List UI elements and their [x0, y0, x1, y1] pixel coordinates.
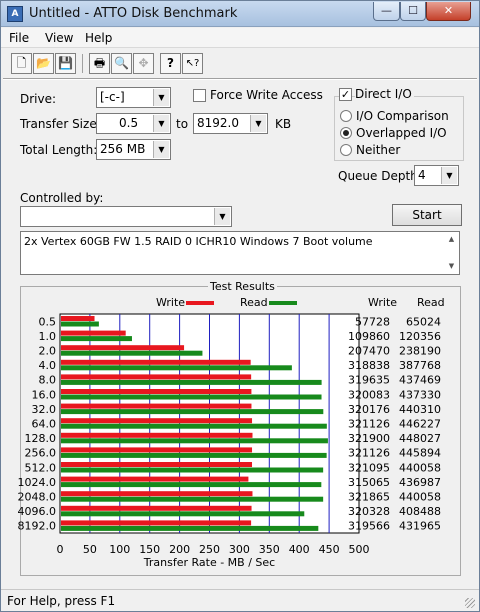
write-bar [61, 316, 95, 321]
read-value: 440058 [399, 491, 441, 504]
category-label: 2.0 [39, 345, 57, 358]
x-tick-label: 450 [319, 543, 340, 556]
write-bar [61, 374, 252, 380]
read-bar [61, 467, 324, 473]
read-value: 408488 [399, 505, 441, 518]
write-value: 320083 [348, 388, 390, 401]
app-window: A Untitled - ATTO Disk Benchmark — ☐ ✕ F… [0, 0, 480, 612]
write-value: 321126 [348, 418, 390, 431]
write-bar [61, 389, 252, 394]
read-bar [61, 350, 203, 356]
read-bar [61, 482, 322, 488]
x-tick-label: 350 [259, 543, 280, 556]
write-bar [61, 505, 252, 511]
read-value: 446227 [399, 418, 441, 431]
category-label: 1.0 [39, 330, 57, 343]
write-bar [61, 418, 253, 424]
write-value: 57728 [355, 315, 390, 328]
read-value: 65024 [406, 315, 441, 328]
read-value: 238190 [399, 345, 441, 358]
read-bar [61, 394, 322, 400]
write-bar [61, 520, 252, 526]
write-bar [61, 432, 253, 438]
read-value: 437330 [399, 388, 441, 401]
category-label: 128.0 [25, 432, 57, 445]
read-bar [61, 336, 132, 342]
category-label: 32.0 [32, 403, 57, 416]
read-bar [61, 423, 327, 429]
write-value: 320328 [348, 505, 390, 518]
write-value: 318838 [348, 359, 390, 372]
x-tick-label: 150 [139, 543, 160, 556]
x-tick-label: 250 [199, 543, 220, 556]
write-value: 109860 [348, 330, 390, 343]
write-bar [61, 330, 126, 336]
x-tick-label: 500 [349, 543, 370, 556]
write-bar [61, 447, 253, 453]
write-bar [61, 462, 253, 467]
write-value: 315065 [348, 476, 390, 489]
read-value: 120356 [399, 330, 441, 343]
read-value: 445894 [399, 447, 441, 460]
category-label: 256.0 [25, 447, 57, 460]
category-label: 8.0 [39, 374, 57, 387]
status-text: For Help, press F1 [7, 594, 116, 608]
read-bar [61, 511, 305, 517]
read-bar [61, 379, 322, 385]
read-bar [61, 438, 328, 444]
x-tick-label: 300 [229, 543, 250, 556]
read-value: 431965 [399, 520, 441, 533]
x-axis-label: Transfer Rate - MB / Sec [143, 556, 275, 569]
x-tick-label: 50 [83, 543, 97, 556]
write-value: 320176 [348, 403, 390, 416]
write-bar [61, 476, 249, 482]
category-label: 0.5 [39, 315, 57, 328]
read-bar [61, 321, 99, 327]
write-bar [61, 403, 252, 409]
read-value: 387768 [399, 359, 441, 372]
read-value: 440310 [399, 403, 441, 416]
category-label: 512.0 [25, 461, 57, 474]
read-bar [61, 452, 327, 458]
transfer-rate-chart: 0 50 100 150 200 250 300 350 400 450 500 Transfer R… [18, 313, 441, 569]
write-value: 207470 [348, 345, 390, 358]
category-label: 2048.0 [18, 491, 57, 504]
read-bar [61, 525, 319, 531]
read-value: 436987 [399, 476, 441, 489]
read-bar [61, 409, 324, 415]
read-bar [61, 496, 324, 502]
read-bar [61, 365, 292, 371]
resize-grip-icon[interactable] [465, 598, 475, 608]
category-label: 4.0 [39, 359, 57, 372]
x-tick-label: 200 [169, 543, 190, 556]
write-value: 321865 [348, 491, 390, 504]
category-label: 1024.0 [18, 476, 57, 489]
read-value: 440058 [399, 461, 441, 474]
write-value: 321095 [348, 461, 390, 474]
category-label: 64.0 [32, 418, 57, 431]
x-tick-label: 100 [109, 543, 130, 556]
category-label: 8192.0 [18, 520, 57, 533]
write-value: 319566 [348, 520, 390, 533]
category-label: 4096.0 [18, 505, 57, 518]
x-tick-label: 400 [289, 543, 310, 556]
category-label: 16.0 [32, 388, 57, 401]
write-value: 319635 [348, 374, 390, 387]
write-value: 321900 [348, 432, 390, 445]
read-value: 437469 [399, 374, 441, 387]
write-bar [61, 491, 253, 497]
write-value: 321126 [348, 447, 390, 460]
write-bar [61, 359, 251, 365]
read-value: 448027 [399, 432, 441, 445]
write-bar [61, 345, 185, 351]
status-bar: For Help, press F1 [1, 589, 479, 611]
x-tick-label: 0 [57, 543, 64, 556]
